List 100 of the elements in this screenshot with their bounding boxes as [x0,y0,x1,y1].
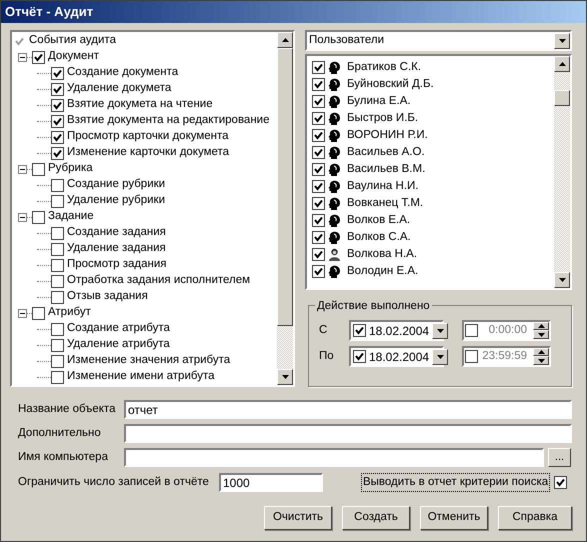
dialog-button[interactable]: Создать [342,506,410,530]
text-field[interactable] [124,424,572,443]
tree-checkbox[interactable] [51,322,64,336]
limit-field[interactable]: 1000 [219,473,323,492]
user-checkbox[interactable] [312,78,325,91]
tree-checkbox[interactable] [51,354,64,368]
spin-down-button[interactable] [533,356,549,366]
tree-checkbox[interactable] [51,242,64,256]
user-name[interactable]: Волкова Н.А. [347,246,418,264]
tree-checkbox[interactable] [51,226,64,240]
tree-item[interactable]: Удаление задания [67,240,166,258]
user-checkbox[interactable] [312,197,325,210]
user-checkbox[interactable] [312,112,325,125]
user-name[interactable]: ВОРОНИН Р.И. [347,126,428,144]
user-name[interactable]: Волков Е.А. [347,212,410,230]
user-checkbox[interactable] [312,163,325,176]
time-checkbox[interactable] [465,350,478,364]
time-picker[interactable]: 0:00:00 [462,320,551,342]
user-checkbox[interactable] [312,61,325,74]
tree-checkbox[interactable] [51,274,64,288]
tree-item[interactable]: Просмотр карточки документа [67,128,229,146]
time-checkbox[interactable] [465,324,478,338]
user-checkbox[interactable] [312,129,325,142]
collapse-icon[interactable] [18,212,27,222]
tree-item[interactable]: Просмотр задания [67,256,166,274]
tree-checkbox[interactable] [51,130,64,144]
user-name[interactable]: Волков С.А. [347,228,411,246]
criteria-checkbox[interactable] [554,476,568,489]
spin-up-button[interactable] [533,348,549,356]
scroll-down-button[interactable] [554,272,570,288]
tree-item[interactable]: Создание документа [67,64,178,82]
user-name[interactable]: Васильев В.М. [347,160,426,178]
tree-checkbox[interactable] [32,50,45,64]
user-name[interactable]: Братиков С.К. [347,58,422,76]
user-name[interactable]: Буйновский Д.Б. [347,76,434,94]
scroll-down-button[interactable] [277,369,293,385]
tree-item[interactable]: Создание атрибута [67,320,170,338]
tree-checkbox[interactable] [51,82,64,96]
tree-item[interactable]: Рубрика [48,160,93,178]
tree-checkbox[interactable] [51,114,64,128]
tree-checkbox[interactable] [51,290,64,304]
criteria-label[interactable]: Выводить в отчет критерии поиска [361,472,550,492]
user-checkbox[interactable] [312,248,325,261]
tree-checkbox[interactable] [51,146,64,160]
tree-item[interactable]: Отработка задания исполнителем [67,272,250,290]
tree-checkbox[interactable] [51,370,64,384]
tree-checkbox[interactable] [32,162,45,176]
user-checkbox[interactable] [312,265,325,278]
tree-item[interactable]: Взятие документа на редактирование [67,112,270,130]
tree-item[interactable]: События аудита [29,32,116,50]
tree-checkbox[interactable] [51,66,64,80]
scroll-up-button[interactable] [277,32,293,48]
tree-checkbox[interactable] [51,338,64,352]
tree-item[interactable]: Создание задания [67,224,166,242]
tree-checkbox[interactable] [51,258,64,272]
collapse-icon[interactable] [18,164,27,174]
browse-button[interactable]: ... [548,448,571,467]
subject-dropdown[interactable]: Пользователи [305,30,572,51]
tree-item[interactable]: Изменение имени атрибута [67,368,214,385]
tree-item[interactable]: Задание [48,208,94,226]
dialog-button[interactable]: Отменить [420,506,488,530]
date-checkbox[interactable] [353,324,366,338]
scroll-up-button[interactable] [554,56,570,72]
tree-item[interactable]: Изменение значения атрибута [67,352,230,370]
scrollbar-thumb[interactable] [554,90,570,106]
user-checkbox[interactable] [312,214,325,227]
tree-checkbox[interactable] [51,194,64,208]
user-name[interactable]: Булина Е.А. [347,92,411,110]
tree-checkbox[interactable] [32,210,45,224]
user-name[interactable]: Вовканец Т.М. [347,194,424,212]
tree-item[interactable]: Удаление докумета [67,80,172,98]
user-name[interactable]: Ваулина Н.И. [347,178,418,196]
user-checkbox[interactable] [312,180,325,193]
tree-item[interactable]: Изменение карточки докумета [67,144,230,162]
tree-item[interactable]: Взятие докумета на чтение [67,96,213,114]
scrollbar-thumb[interactable] [277,48,293,326]
collapse-icon[interactable] [18,52,27,62]
spin-up-button[interactable] [533,322,549,330]
collapse-icon[interactable] [18,308,27,318]
user-checkbox[interactable] [312,231,325,244]
tree-item[interactable]: Удаление атрибута [67,336,170,354]
user-checkbox[interactable] [312,146,325,159]
text-field[interactable] [124,448,544,467]
dialog-button[interactable]: Справка [498,506,572,530]
tree-item[interactable]: Создание рубрики [67,176,166,194]
text-field[interactable]: отчет [124,400,572,419]
tree-item[interactable]: Документ [48,48,100,66]
user-name[interactable]: Быстров И.Б. [347,110,418,128]
tree-checkbox[interactable] [51,98,64,112]
user-name[interactable]: Володин Е.А. [347,262,418,280]
tree-checkbox[interactable] [51,178,64,192]
tree-item[interactable]: Отзыв задания [67,288,148,306]
spin-down-button[interactable] [533,330,549,340]
date-checkbox[interactable] [353,350,366,364]
tree-checkbox[interactable] [32,306,45,320]
time-picker[interactable]: 23:59:59 [462,346,551,368]
tree-item[interactable]: Атрибут [48,304,91,322]
user-name[interactable]: Васильев А.О. [347,144,425,162]
tree-item[interactable]: Удаление рубрики [67,192,165,210]
user-checkbox[interactable] [312,95,325,108]
